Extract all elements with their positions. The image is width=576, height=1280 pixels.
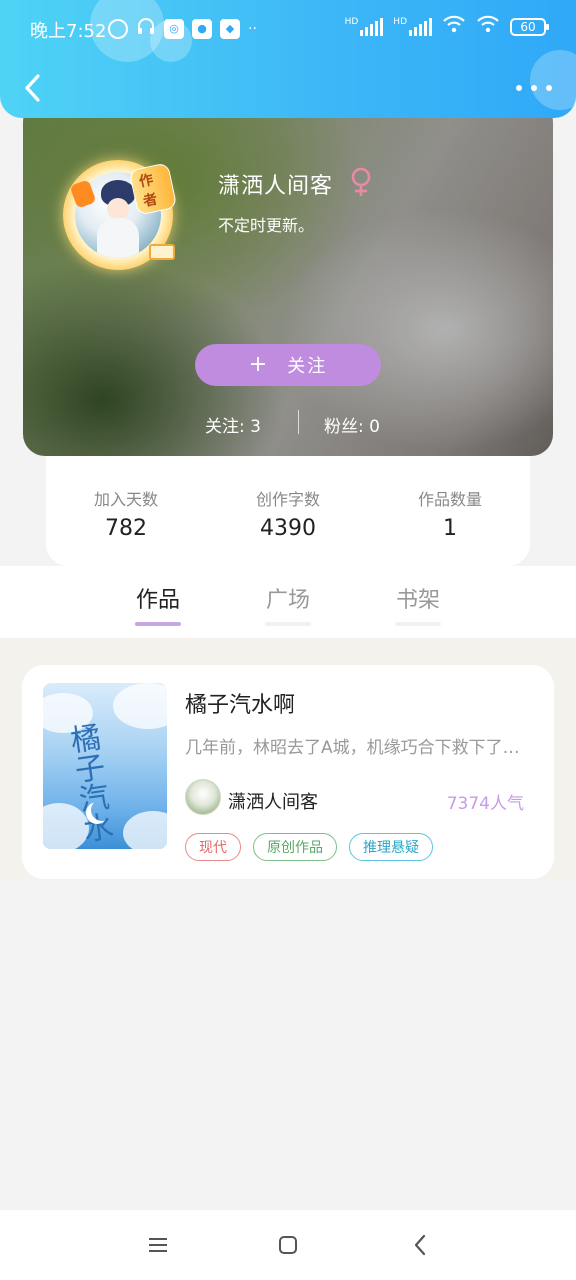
stat-value: 4390 bbox=[260, 516, 316, 541]
back-triangle-icon bbox=[414, 1234, 426, 1256]
cover-cloud bbox=[123, 811, 167, 849]
book-title[interactable]: 橘子汽水啊 bbox=[185, 687, 295, 719]
app-header: 晚上7:52 ◎ ● ◆ ·· HD HD 60 bbox=[0, 0, 576, 118]
tab-bookshelf[interactable]: 书架 bbox=[378, 582, 458, 614]
app-notification-icon: ◎ bbox=[164, 18, 184, 39]
system-navigation-bar bbox=[0, 1210, 576, 1280]
author-stats-card: 加入天数 782 创作字数 4390 作品数量 1 bbox=[46, 446, 530, 566]
system-back-button[interactable] bbox=[400, 1230, 440, 1260]
menu-icon bbox=[149, 1238, 167, 1252]
avatar-face bbox=[107, 198, 129, 220]
stat-label: 加入天数 bbox=[93, 490, 158, 509]
stat-word-count: 创作字数 4390 bbox=[208, 486, 368, 541]
home-square-icon bbox=[279, 1236, 297, 1254]
app-notification-icon: ◆ bbox=[220, 18, 240, 39]
status-system-icons: HD HD 60 bbox=[344, 15, 549, 38]
profile-tabs: 作品 广场 书架 bbox=[0, 566, 576, 638]
book-author-avatar bbox=[185, 779, 221, 815]
tab-square-indicator bbox=[265, 622, 311, 626]
stat-label: 创作字数 bbox=[255, 490, 320, 509]
stat-join-days: 加入天数 782 bbox=[46, 486, 206, 541]
fans-count[interactable]: 粉丝: 0 bbox=[324, 412, 380, 437]
headphones-icon bbox=[136, 16, 156, 41]
book-popularity: 7374人气 bbox=[446, 794, 524, 814]
status-bar: 晚上7:52 ◎ ● ◆ ·· HD HD 60 bbox=[0, 0, 576, 56]
book-description: 几年前，林昭去了A城，机缘巧合下救下了一个少年 bbox=[185, 738, 525, 758]
tab-square[interactable]: 广场 bbox=[248, 582, 328, 614]
book-cover[interactable]: 橘子汽水 bbox=[43, 683, 167, 849]
book-author-name: 潇洒人间客 bbox=[228, 792, 318, 813]
chevron-left-icon bbox=[25, 74, 40, 102]
signal-icon bbox=[360, 17, 384, 36]
status-notification-icons: ◎ ● ◆ ·· bbox=[108, 16, 257, 41]
hd-label: HD bbox=[344, 16, 359, 27]
more-dots-icon bbox=[516, 85, 522, 91]
book-card[interactable]: 橘子汽水 橘子汽水啊 几年前，林昭去了A城，机缘巧合下救下了一个少年 潇洒人间客… bbox=[22, 665, 554, 879]
app-notification-icon: ● bbox=[192, 18, 212, 39]
wifi-icon bbox=[442, 15, 466, 38]
menu-button[interactable] bbox=[138, 1230, 178, 1260]
stats-divider bbox=[298, 410, 299, 434]
stat-works-count: 作品数量 1 bbox=[370, 486, 530, 541]
book-tags: 现代 原创作品 推理悬疑 bbox=[185, 833, 433, 861]
profile-bio: 不定时更新。 bbox=[218, 216, 315, 235]
author-avatar[interactable]: 作者 bbox=[63, 160, 178, 270]
plus-icon: + bbox=[248, 352, 270, 377]
author-badge: 作者 bbox=[128, 162, 178, 216]
status-time: 晚上7:52 bbox=[30, 21, 107, 42]
stat-label: 作品数量 bbox=[417, 490, 482, 509]
home-button[interactable] bbox=[268, 1230, 308, 1260]
book-tag[interactable]: 原创作品 bbox=[253, 833, 337, 861]
more-options-button[interactable] bbox=[516, 76, 552, 100]
book-icon bbox=[149, 244, 175, 260]
profile-hero-card: 作者 潇洒人间客 不定时更新。 + 关注 关注: 3 粉丝: 0 bbox=[23, 100, 553, 456]
more-dots-icon bbox=[531, 85, 537, 91]
hd-label: HD bbox=[393, 16, 407, 27]
more-dots-icon bbox=[546, 85, 552, 91]
book-tag[interactable]: 推理悬疑 bbox=[349, 833, 433, 861]
cover-cloud bbox=[113, 683, 167, 729]
alarm-icon bbox=[108, 18, 128, 39]
back-button[interactable] bbox=[16, 68, 50, 108]
stat-value: 1 bbox=[443, 516, 457, 541]
profile-name: 潇洒人间客 bbox=[218, 174, 334, 199]
female-icon bbox=[348, 166, 374, 202]
avatar-body bbox=[97, 218, 139, 258]
book-tag[interactable]: 现代 bbox=[185, 833, 241, 861]
follow-button-label: 关注 bbox=[287, 356, 328, 377]
tab-works-indicator bbox=[135, 622, 181, 626]
signal-icon bbox=[409, 17, 432, 36]
following-count[interactable]: 关注: 3 bbox=[205, 412, 261, 437]
wifi-icon bbox=[476, 15, 500, 38]
follow-stats: 关注: 3 粉丝: 0 bbox=[23, 410, 553, 437]
moon-icon bbox=[91, 799, 113, 821]
tab-works[interactable]: 作品 bbox=[118, 582, 198, 614]
stat-value: 782 bbox=[105, 516, 147, 541]
tab-bookshelf-indicator bbox=[395, 622, 441, 626]
battery-icon: 60 bbox=[510, 17, 549, 36]
follow-button[interactable]: + 关注 bbox=[195, 344, 381, 386]
more-notifications-icon: ·· bbox=[248, 20, 257, 37]
